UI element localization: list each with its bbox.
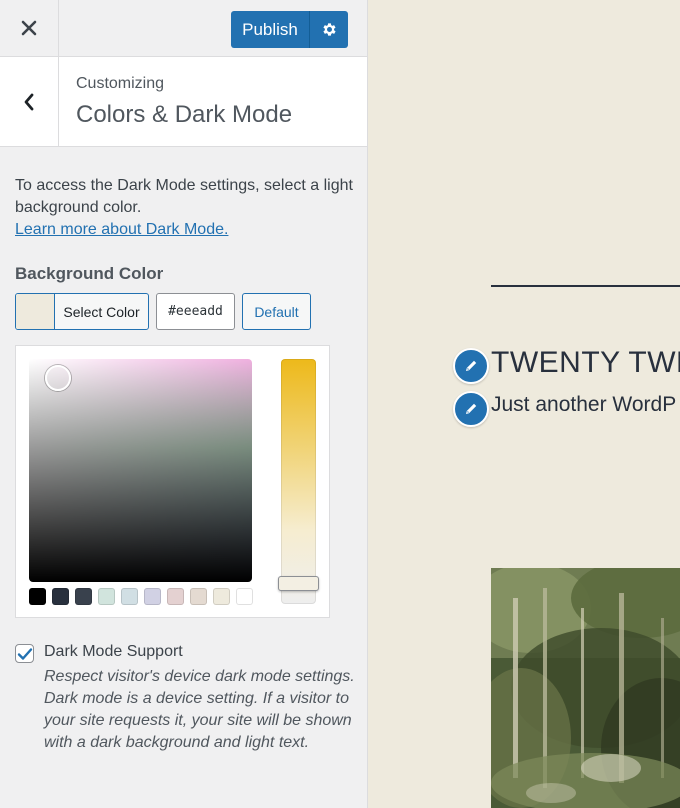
learn-more-link[interactable]: Learn more about Dark Mode.	[15, 221, 228, 238]
color-picker	[15, 345, 330, 618]
color-controls: Select Color #eeeadd Default	[15, 293, 311, 330]
current-color-swatch	[16, 294, 55, 329]
palette-swatch-7[interactable]	[167, 588, 184, 605]
publish-button-group: Publish	[231, 11, 348, 48]
hex-color-input[interactable]: #eeeadd	[156, 293, 235, 330]
hue-slider[interactable]	[281, 359, 316, 604]
palette-swatch-10[interactable]	[236, 588, 253, 605]
palette-swatch-5[interactable]	[121, 588, 138, 605]
color-palette	[29, 588, 253, 605]
dark-mode-desc-line1: Respect visitor's device dark mode setti…	[44, 668, 355, 685]
palette-swatch-3[interactable]	[75, 588, 92, 605]
dark-mode-label[interactable]: Dark Mode Support	[44, 643, 183, 661]
checkmark-icon	[17, 647, 32, 660]
section-title: Colors & Dark Mode	[76, 101, 293, 128]
dark-mode-intro: To access the Dark Mode settings, select…	[15, 175, 355, 241]
hue-slider-handle[interactable]	[278, 576, 319, 591]
back-button[interactable]	[0, 57, 59, 146]
default-color-button[interactable]: Default	[242, 293, 311, 330]
intro-text: To access the Dark Mode settings, select…	[15, 177, 353, 216]
palette-swatch-2[interactable]	[52, 588, 69, 605]
section-header: Customizing Colors & Dark Mode	[0, 57, 367, 147]
saturation-handle[interactable]	[45, 365, 71, 391]
close-icon	[21, 20, 37, 36]
dark-mode-desc-line2: Dark mode is a device setting. If a visi…	[44, 690, 352, 751]
edit-site-title-button[interactable]	[453, 348, 489, 384]
dark-mode-checkbox[interactable]	[15, 644, 34, 663]
site-title: TWENTY TWE	[491, 346, 680, 379]
saturation-lightness-square[interactable]	[29, 359, 252, 582]
gear-icon	[322, 23, 336, 36]
chevron-left-icon	[24, 93, 34, 110]
select-color-label: Select Color	[63, 303, 140, 320]
select-color-button[interactable]: Select Color	[15, 293, 149, 330]
header-separator	[491, 285, 680, 287]
site-preview: TWENTY TWE Just another WordP	[368, 0, 680, 808]
pencil-icon	[466, 360, 477, 371]
publish-button[interactable]: Publish	[231, 11, 310, 48]
featured-painting-image	[491, 568, 680, 808]
publish-settings-button[interactable]	[310, 11, 348, 48]
dark-mode-description: Respect visitor's device dark mode setti…	[44, 666, 356, 754]
close-customizer-button[interactable]	[0, 0, 59, 56]
customizer-header: Publish	[0, 0, 367, 57]
background-color-label: Background Color	[15, 264, 164, 283]
palette-swatch-6[interactable]	[144, 588, 161, 605]
pencil-icon	[466, 403, 477, 414]
palette-swatch-9[interactable]	[213, 588, 230, 605]
edit-tagline-button[interactable]	[453, 391, 489, 427]
palette-swatch-1[interactable]	[29, 588, 46, 605]
breadcrumb: Customizing	[76, 75, 165, 92]
palette-swatch-8[interactable]	[190, 588, 207, 605]
customizer-sidebar: Publish Customizing Colors & Dark Mode T…	[0, 0, 368, 808]
site-tagline: Just another WordP	[491, 393, 677, 416]
palette-swatch-4[interactable]	[98, 588, 115, 605]
